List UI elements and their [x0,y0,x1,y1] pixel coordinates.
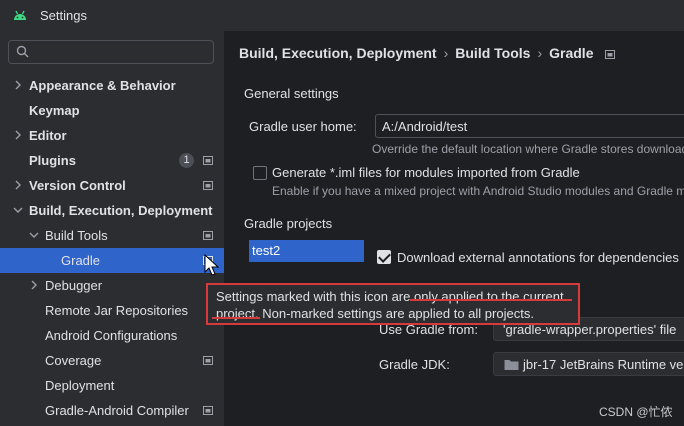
sidebar-item-label: Remote Jar Repositories [45,303,189,318]
project-level-icon [203,181,213,190]
breadcrumb-item: Gradle [549,45,594,61]
sidebar-item-debugger[interactable]: Debugger [0,273,224,298]
sidebar-item-deployment[interactable]: Deployment [0,373,224,398]
sidebar-item-plugins[interactable]: Plugins 1 [0,148,224,173]
breadcrumb-item[interactable]: Build, Execution, Deployment [239,45,437,61]
sidebar-item-remote-jar-repositories[interactable]: Remote Jar Repositories [0,298,224,323]
general-settings-title: General settings [244,86,339,101]
list-item[interactable]: test2 [249,240,364,262]
gradle-projects-list: test2 [249,240,364,426]
plugins-update-badge: 1 [179,153,194,168]
highlight-underline [410,299,572,301]
chevron-down-icon [29,232,39,238]
chevron-right-icon [15,180,21,190]
breadcrumb-item[interactable]: Build Tools [455,45,530,61]
tooltip-line-2: project. Non-marked settings are applied… [216,306,534,321]
download-annotations-label[interactable]: Download external annotations for depend… [397,250,679,265]
gradle-user-home-label: Gradle user home: [249,119,357,134]
generate-iml-hint: Enable if you have a mixed project with … [272,184,684,198]
chevron-right-icon [15,130,21,140]
settings-content: Build, Execution, Deployment › Build Tools… [224,31,684,426]
sidebar-item-label: Coverage [45,353,102,368]
search-icon [16,45,29,58]
project-level-icon [203,156,213,165]
search-input[interactable] [35,43,205,61]
sidebar-item-build-tools[interactable]: Build Tools [0,223,224,248]
watermark: CSDN @忙侬 [599,405,673,419]
gradle-jdk-label: Gradle JDK: [379,357,450,372]
project-level-icon [605,49,616,59]
sidebar-item-label: Gradle-Android Compiler [45,403,189,418]
breadcrumb-separator: › [443,45,449,61]
gradle-user-home-input[interactable] [382,118,682,135]
title-bar: Settings [0,0,684,31]
window-title: Settings [40,8,87,23]
project-level-icon [203,231,213,240]
generate-iml-checkbox[interactable] [253,166,267,180]
chevron-right-icon [15,80,21,90]
sidebar-item-label: Debugger [45,278,103,293]
sidebar-item-android-configurations[interactable]: Android Configurations [0,323,224,348]
sidebar-item-gradle[interactable]: Gradle [0,248,224,273]
mouse-cursor-icon [204,254,220,276]
project-level-tooltip: Settings marked with this icon are only … [206,283,580,325]
sidebar-item-label: Android Configurations [45,328,178,343]
sidebar-item-label: Plugins [29,153,76,168]
sidebar-item-editor[interactable]: Editor [0,123,224,148]
project-level-icon [203,406,213,415]
sidebar-item-label: Editor [29,128,67,143]
settings-sidebar: Appearance & Behavior Keymap Editor Plug… [0,31,224,426]
project-level-icon [203,356,213,365]
sidebar-item-gradle-android-compiler[interactable]: Gradle-Android Compiler [0,398,224,423]
folder-icon [504,360,519,370]
gradle-projects-title: Gradle projects [244,216,333,231]
sidebar-item-label: Build Tools [45,228,108,243]
sidebar-item-version-control[interactable]: Version Control [0,173,224,198]
sidebar-item-appearance[interactable]: Appearance & Behavior [0,73,224,98]
sidebar-item-label: Keymap [29,103,80,118]
breadcrumb-separator: › [537,45,543,61]
gradle-jdk-value: jbr-17 JetBrains Runtime ve [523,357,684,372]
gradle-user-home-field[interactable] [375,114,684,138]
highlight-underline [212,317,260,319]
sidebar-item-label: Version Control [29,178,126,193]
sidebar-item-label: Appearance & Behavior [29,78,176,93]
sidebar-item-coverage[interactable]: Coverage [0,348,224,373]
chevron-down-icon [13,207,23,213]
android-studio-icon [14,10,26,20]
download-annotations-checkbox[interactable] [377,250,391,264]
breadcrumb: Build, Execution, Deployment › Build Tools… [239,45,616,61]
gradle-user-home-hint: Override the default location where Grad… [372,142,684,156]
settings-search[interactable] [8,40,214,64]
sidebar-item-label: Gradle [61,253,101,268]
sidebar-item-build-execution-deployment[interactable]: Build, Execution, Deployment [0,198,224,223]
sidebar-item-label: Build, Execution, Deployment [29,203,213,218]
sidebar-item-keymap[interactable]: Keymap [0,98,224,123]
chevron-right-icon [31,280,37,290]
generate-iml-label[interactable]: Generate *.iml files for modules importe… [272,165,580,180]
project-name: test2 [252,243,281,258]
gradle-jdk-select[interactable]: jbr-17 JetBrains Runtime ve [493,352,684,376]
sidebar-item-label: Deployment [45,378,115,393]
tooltip-line-1: Settings marked with this icon are only … [216,289,564,304]
